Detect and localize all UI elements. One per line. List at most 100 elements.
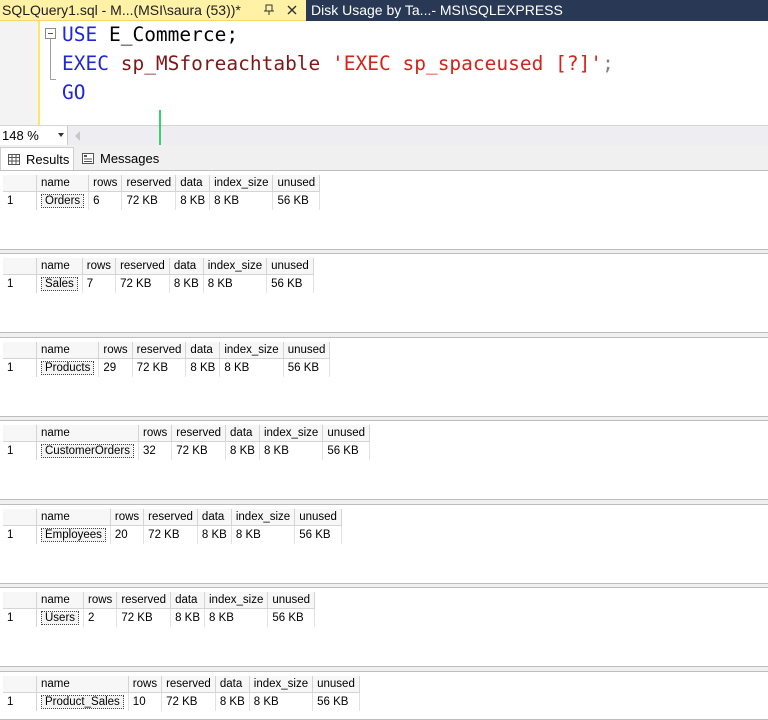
column-header-data[interactable]: data [185,342,221,359]
cell-index-size[interactable]: 8 KB [231,525,296,544]
cell-index-size[interactable]: 8 KB [209,191,274,210]
row-number[interactable]: 1 [3,274,37,293]
column-header-name[interactable]: name [36,342,100,359]
column-header-unused[interactable]: unused [322,425,371,442]
column-header-rows[interactable]: rows [82,258,117,275]
cell-reserved[interactable]: 72 KB [132,358,187,377]
tab-sqlquery1[interactable]: SQLQuery1.sql - M...(MSI\saura (53))* [0,0,306,21]
pin-icon[interactable] [263,4,275,16]
row-number[interactable]: 1 [3,441,37,460]
column-header-rows[interactable]: rows [128,676,163,693]
column-header-name[interactable]: name [36,258,83,275]
cell-unused[interactable]: 56 KB [322,441,371,460]
column-header-index-size[interactable]: index_size [203,258,268,275]
tab-messages[interactable]: Messages [78,147,164,170]
column-header-index-size[interactable]: index_size [219,342,284,359]
column-header-unused[interactable]: unused [272,175,321,192]
tab-disk-usage[interactable]: Disk Usage by Ta...- MSI\SQLEXPRESS [308,0,768,21]
column-header-data[interactable]: data [175,175,211,192]
corner-cell[interactable] [3,258,37,275]
corner-cell[interactable] [3,425,37,442]
result-grid[interactable]: name rows reserved data index_size unused 1 Use… [0,587,768,667]
table-row[interactable]: 1 Products 29 72 KB 8 KB 8 KB 56 KB [3,358,331,377]
column-header-unused[interactable]: unused [266,258,314,275]
cell-unused[interactable]: 56 KB [294,525,342,544]
result-grid[interactable]: name rows reserved data index_size unused 1 Pro… [0,337,768,417]
column-header-index-size[interactable]: index_size [259,425,324,442]
column-header-index-size[interactable]: index_size [204,592,269,609]
cell-unused[interactable]: 56 KB [312,692,360,711]
column-header-unused[interactable]: unused [312,676,360,693]
cell-name[interactable]: Products [36,358,100,377]
cell-rows[interactable]: 6 [88,191,123,210]
result-grid[interactable]: name rows reserved data index_size unused 1 Cus… [0,420,768,500]
column-header-rows[interactable]: rows [98,342,133,359]
cell-data[interactable]: 8 KB [185,358,221,377]
cell-unused[interactable]: 56 KB [267,608,316,627]
cell-name[interactable]: Users [36,608,85,627]
column-header-data[interactable]: data [170,592,205,609]
row-number[interactable]: 1 [3,191,37,210]
cell-name[interactable]: Orders [36,191,90,210]
cell-index-size[interactable]: 8 KB [204,608,269,627]
cell-data[interactable]: 8 KB [169,274,204,293]
cell-rows[interactable]: 10 [128,692,163,711]
column-header-rows[interactable]: rows [88,175,123,192]
column-header-index-size[interactable]: index_size [209,175,274,192]
scroll-left-icon[interactable] [75,131,80,141]
table-row[interactable]: 1 CustomerOrders 32 72 KB 8 KB 8 KB 56 KB [3,441,371,460]
table-row[interactable]: 1 Users 2 72 KB 8 KB 8 KB 56 KB [3,608,316,627]
column-header-index-size[interactable]: index_size [249,676,314,693]
cell-data[interactable]: 8 KB [225,441,260,460]
column-header-reserved[interactable]: reserved [161,676,216,693]
column-header-data[interactable]: data [169,258,204,275]
cell-index-size[interactable]: 8 KB [249,692,314,711]
column-header-name[interactable]: name [36,509,111,526]
cell-reserved[interactable]: 72 KB [171,441,227,460]
cell-unused[interactable]: 56 KB [266,274,314,293]
column-header-reserved[interactable]: reserved [121,175,177,192]
row-number[interactable]: 1 [3,692,37,711]
column-header-data[interactable]: data [225,425,260,442]
column-header-unused[interactable]: unused [294,509,342,526]
row-number[interactable]: 1 [3,608,37,627]
result-grid[interactable]: name rows reserved data index_size unused 1 Pro… [0,671,768,720]
table-row[interactable]: 1 Product_Sales 10 72 KB 8 KB 8 KB 56 KB [3,692,360,711]
column-header-unused[interactable]: unused [283,342,331,359]
cell-index-size[interactable]: 8 KB [203,274,268,293]
cell-index-size[interactable]: 8 KB [259,441,324,460]
cell-reserved[interactable]: 72 KB [121,191,177,210]
table-row[interactable]: 1 Employees 20 72 KB 8 KB 8 KB 56 KB [3,525,342,544]
column-header-index-size[interactable]: index_size [231,509,296,526]
cell-unused[interactable]: 56 KB [272,191,321,210]
cell-rows[interactable]: 2 [83,608,118,627]
result-grid[interactable]: name rows reserved data index_size unused 1 Sal… [0,253,768,333]
corner-cell[interactable] [3,342,37,359]
cell-rows[interactable]: 7 [82,274,117,293]
cell-data[interactable]: 8 KB [197,525,232,544]
column-header-unused[interactable]: unused [267,592,316,609]
table-row[interactable]: 1 Sales 7 72 KB 8 KB 8 KB 56 KB [3,274,314,293]
cell-index-size[interactable]: 8 KB [219,358,284,377]
result-grid[interactable]: name rows reserved data index_size unused 1 Emp… [0,504,768,584]
row-number[interactable]: 1 [3,525,37,544]
cell-reserved[interactable]: 72 KB [116,608,172,627]
cell-data[interactable]: 8 KB [215,692,250,711]
row-number[interactable]: 1 [3,358,37,377]
query-editor[interactable]: USE E_Commerce; EXEC sp_MSforeachtable '… [0,21,768,125]
cell-name[interactable]: Employees [36,525,111,544]
corner-cell[interactable] [3,676,37,693]
cell-data[interactable]: 8 KB [175,191,211,210]
column-header-reserved[interactable]: reserved [132,342,187,359]
cell-name[interactable]: Sales [36,274,83,293]
cell-rows[interactable]: 29 [98,358,133,377]
close-icon[interactable] [285,3,299,17]
cell-reserved[interactable]: 72 KB [143,525,198,544]
cell-name[interactable]: Product_Sales [36,692,129,711]
column-header-reserved[interactable]: reserved [116,592,172,609]
column-header-name[interactable]: name [36,425,139,442]
cell-rows[interactable]: 20 [110,525,145,544]
column-header-rows[interactable]: rows [110,509,145,526]
column-header-data[interactable]: data [215,676,250,693]
corner-cell[interactable] [3,175,37,192]
